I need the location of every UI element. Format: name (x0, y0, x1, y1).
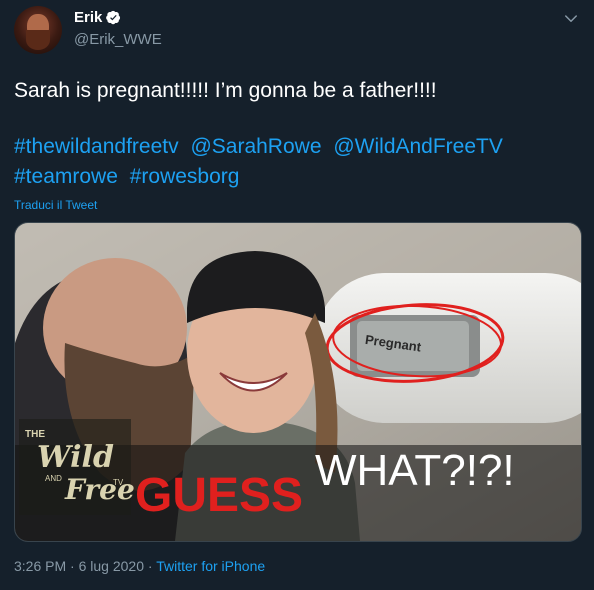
mention-wildandfreetv[interactable]: @WildAndFreeTV (333, 135, 503, 158)
author-handle[interactable]: @Erik_WWE (74, 31, 162, 48)
mention-sarahrowe[interactable]: @SarahRowe (190, 135, 321, 158)
media-image: Pregnant THE Wild AND Free TV GUESS WHAT… (15, 223, 581, 541)
tweet-source-link[interactable]: Twitter for iPhone (156, 558, 265, 574)
author-name[interactable]: Erik (74, 9, 102, 26)
svg-text:THE: THE (25, 429, 45, 440)
author-avatar[interactable] (14, 6, 62, 54)
tweet-media[interactable]: Pregnant THE Wild AND Free TV GUESS WHAT… (14, 222, 582, 542)
wild-and-free-logo: THE Wild AND Free TV (19, 419, 135, 515)
separator-dot: · (70, 558, 75, 574)
hashtag-rowesborg[interactable]: #rowesborg (130, 165, 240, 188)
tweet-time[interactable]: 3:26 PM (14, 558, 66, 574)
separator-dot: · (147, 558, 153, 574)
tweet-meta: 3:26 PM · 6 lug 2020 · Twitter for iPhon… (14, 558, 265, 574)
svg-text:Wild: Wild (37, 440, 114, 475)
headline-what: WHAT?!?! (315, 446, 515, 495)
svg-text:TV: TV (113, 478, 124, 487)
headline-guess: GUESS (135, 469, 303, 522)
author-name-row: Erik (74, 9, 121, 26)
hashtag-thewildandfreetv[interactable]: #thewildandfreetv (14, 135, 179, 158)
tweet-text: Sarah is pregnant!!!!! I’m gonna be a fa… (14, 79, 437, 102)
translate-tweet-link[interactable]: Traduci il Tweet (14, 198, 97, 212)
verified-badge-icon (106, 10, 121, 25)
tweet-date[interactable]: 6 lug 2020 (79, 558, 144, 574)
avatar-beard (26, 30, 50, 50)
hashtag-teamrowe[interactable]: #teamrowe (14, 165, 118, 188)
svg-text:Free: Free (64, 473, 135, 506)
chevron-down-icon[interactable] (562, 10, 580, 28)
tweet-links: #thewildandfreetv @SarahRowe @WildAndFre… (14, 132, 574, 192)
svg-text:AND: AND (45, 474, 62, 483)
